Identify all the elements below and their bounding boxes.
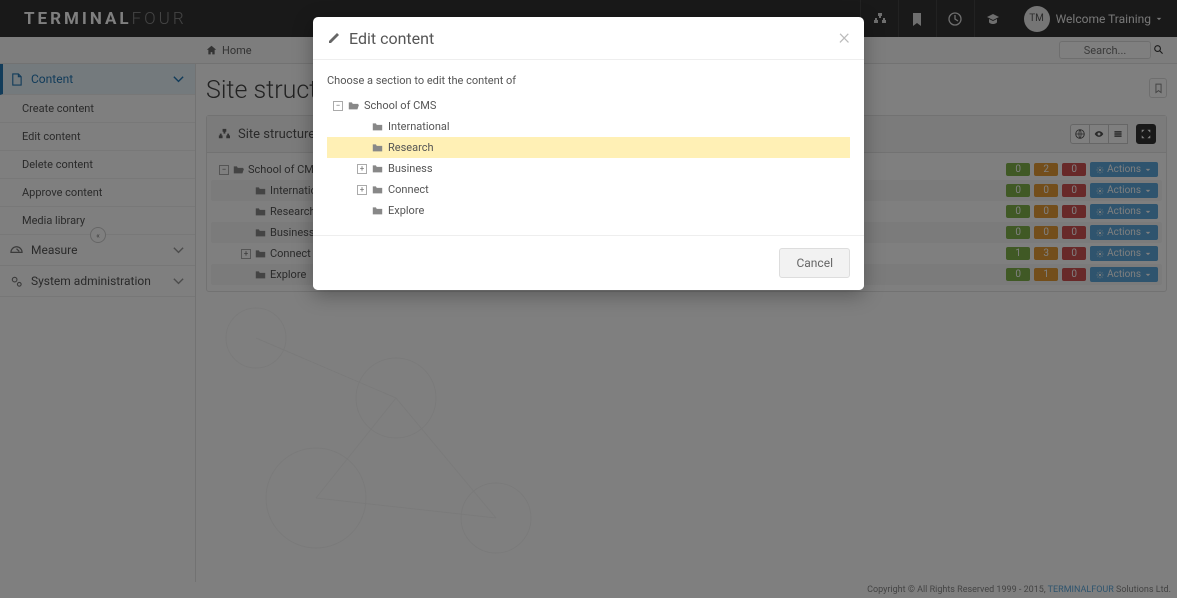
folder-open-icon xyxy=(348,100,359,111)
tree-toggle[interactable]: − xyxy=(333,101,343,111)
modal-tree-label: Research xyxy=(388,141,434,154)
tree-toggle[interactable]: + xyxy=(357,164,367,174)
folder-icon xyxy=(372,121,383,132)
modal-tree-row[interactable]: − School of CMS xyxy=(327,95,850,116)
modal-tree-label: Connect xyxy=(388,183,429,196)
folder-icon xyxy=(372,205,383,216)
modal-tree-label: International xyxy=(388,120,450,133)
modal-tree-label: School of CMS xyxy=(364,99,436,112)
modal-tree-label: Explore xyxy=(388,204,424,217)
cancel-button[interactable]: Cancel xyxy=(779,248,850,278)
modal-instruction: Choose a section to edit the content of xyxy=(327,74,850,87)
modal-tree-row[interactable]: Research xyxy=(327,137,850,158)
folder-icon xyxy=(372,142,383,153)
modal-title-text: Edit content xyxy=(349,29,434,48)
modal-footer: Cancel xyxy=(313,235,864,290)
modal-tree-row[interactable]: + Business xyxy=(327,158,850,179)
pencil-icon xyxy=(327,31,341,45)
close-icon[interactable]: × xyxy=(838,27,850,49)
modal-tree-row[interactable]: + Connect xyxy=(327,179,850,200)
modal-tree-row[interactable]: Explore xyxy=(327,200,850,221)
modal-header: Edit content × xyxy=(313,17,864,60)
modal-tree: − School of CMS International Research + Busi… xyxy=(327,95,850,221)
tree-toggle[interactable]: + xyxy=(357,185,367,195)
edit-content-modal: Edit content × Choose a section to edit … xyxy=(313,17,864,290)
modal-tree-row[interactable]: International xyxy=(327,116,850,137)
modal-tree-label: Business xyxy=(388,162,433,175)
folder-icon xyxy=(372,163,383,174)
folder-icon xyxy=(372,184,383,195)
modal-body: Choose a section to edit the content of … xyxy=(313,60,864,235)
